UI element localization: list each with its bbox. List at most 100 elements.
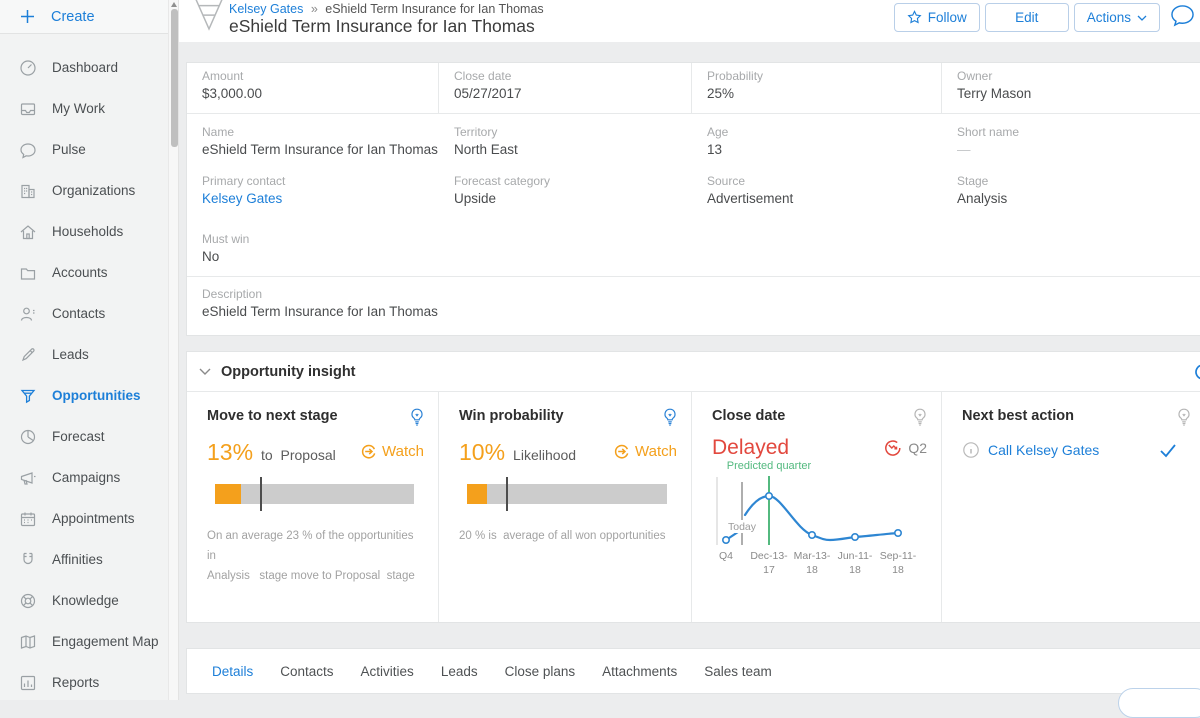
chart-x-label: Q4 — [704, 549, 748, 563]
edit-button[interactable]: Edit — [985, 3, 1069, 32]
chart-x-label: Mar-13- 18 — [790, 549, 834, 577]
stage-move-percent: 13% — [207, 439, 253, 466]
calendar-icon — [19, 510, 37, 528]
info-icon — [962, 441, 980, 459]
sidebar-item-campaigns[interactable]: Campaigns — [0, 457, 168, 498]
watch-icon — [613, 443, 630, 460]
field-probability: Probability 25% — [692, 63, 942, 113]
sidebar-item-engagement-map[interactable]: Engagement Map — [0, 621, 168, 662]
progress-fill — [215, 484, 241, 504]
scrollbar-thumb[interactable] — [171, 9, 178, 147]
chart-x-label: Sep-11- 18 — [876, 549, 920, 577]
sidebar-item-pulse[interactable]: Pulse — [0, 129, 168, 170]
create-button[interactable]: Create — [0, 0, 168, 34]
refresh-icon[interactable] — [1192, 361, 1200, 383]
breadcrumb-parent-link[interactable]: Kelsey Gates — [229, 2, 303, 16]
bar-chart-icon — [19, 674, 37, 692]
record-details-card: Amount $3,000.00 Close date 05/27/2017 P… — [186, 62, 1200, 336]
primary-contact-link[interactable]: Kelsey Gates — [202, 191, 439, 206]
lifebuoy-icon — [19, 592, 37, 610]
summary-row: Amount $3,000.00 Close date 05/27/2017 P… — [187, 63, 1200, 114]
predicted-quarter-badge: Q2 — [908, 440, 927, 456]
sidebar-item-appointments[interactable]: Appointments — [0, 498, 168, 539]
tab-activities[interactable]: Activities — [361, 664, 414, 679]
tab-leads[interactable]: Leads — [441, 664, 478, 679]
sidebar-item-organizations[interactable]: Organizations — [0, 170, 168, 211]
close-date-status: Delayed — [712, 436, 789, 460]
sidebar-item-reports[interactable]: Reports — [0, 662, 168, 703]
sidebar-item-dashboard[interactable]: Dashboard — [0, 47, 168, 88]
map-icon — [19, 633, 37, 651]
lightbulb-icon — [1177, 408, 1191, 427]
check-icon[interactable] — [1159, 443, 1177, 458]
field-age: Age 13 — [692, 114, 942, 163]
megaphone-icon — [19, 469, 37, 487]
chart-x-label: Dec-13- 17 — [747, 549, 791, 577]
breadcrumb: Kelsey Gates » eShield Term Insurance fo… — [229, 2, 544, 16]
star-icon — [907, 10, 922, 25]
watch-link[interactable]: Watch — [360, 443, 424, 460]
sidebar-item-households[interactable]: Households — [0, 211, 168, 252]
insight-section-title: Opportunity insight — [221, 364, 356, 380]
breadcrumb-current: eShield Term Insurance for Ian Thomas — [325, 2, 543, 16]
tab-attachments[interactable]: Attachments — [602, 664, 677, 679]
insight-card-win-probability: Win probability 10% Likelihood Watch — [439, 392, 692, 622]
sidebar: Create Dashboard My Work Pulse Organizat… — [0, 0, 168, 700]
tab-contacts[interactable]: Contacts — [280, 664, 333, 679]
sidebar-item-contacts[interactable]: Contacts — [0, 293, 168, 334]
sidebar-item-knowledge[interactable]: Knowledge — [0, 580, 168, 621]
page-title: eShield Term Insurance for Ian Thomas — [229, 16, 535, 37]
sidebar-scrollbar[interactable] — [168, 0, 178, 700]
floating-button[interactable] — [1118, 688, 1200, 718]
detail-row-2: Primary contact Kelsey Gates Forecast ca… — [187, 163, 1200, 212]
sidebar-item-forecast[interactable]: Forecast — [0, 416, 168, 457]
field-forecast-category: Forecast category Upside — [439, 163, 692, 212]
field-close-date: Close date 05/27/2017 — [439, 63, 692, 113]
win-probability-caption: 20 % is average of all won opportunities — [459, 526, 677, 546]
create-label: Create — [51, 9, 95, 25]
next-best-action-link[interactable]: Call Kelsey Gates — [988, 442, 1099, 458]
actions-button[interactable]: Actions — [1074, 3, 1160, 32]
person-icon — [19, 305, 37, 323]
follow-button[interactable]: Follow — [894, 3, 980, 32]
magnet-icon — [19, 551, 37, 569]
tab-sales-team[interactable]: Sales team — [704, 664, 772, 679]
sidebar-item-opportunities[interactable]: Opportunities — [0, 375, 168, 416]
sidebar-item-accounts[interactable]: Accounts — [0, 252, 168, 293]
inbox-icon — [19, 100, 37, 118]
svg-text:Today: Today — [728, 521, 757, 533]
field-primary-contact: Primary contact Kelsey Gates — [187, 163, 439, 212]
card-title: Close date — [712, 408, 785, 424]
opportunity-insight-section: Opportunity insight Move to next stage 1… — [186, 351, 1200, 623]
insight-card-close-date: Close date Delayed Q2 Today Predicted qua… — [692, 392, 942, 622]
plus-icon — [20, 9, 35, 24]
insight-header: Opportunity insight — [187, 352, 1200, 392]
insight-cards: Move to next stage 13% to Proposal Watch — [187, 392, 1200, 622]
scrollbar-up-arrow[interactable] — [171, 2, 177, 7]
breadcrumb-separator: » — [307, 2, 322, 16]
tab-close-plans[interactable]: Close plans — [505, 664, 576, 679]
card-title: Next best action — [962, 408, 1074, 424]
header-buttons: Follow Edit Actions — [894, 3, 1160, 32]
chat-bubble-icon[interactable] — [1170, 4, 1195, 27]
opportunity-funnel-icon — [191, 0, 227, 33]
watch-link[interactable]: Watch — [613, 443, 677, 460]
sidebar-item-my-work[interactable]: My Work — [0, 88, 168, 129]
chevron-down-icon — [1137, 15, 1147, 21]
house-icon — [19, 223, 37, 241]
average-marker — [260, 477, 262, 511]
svg-text:Predicted quarter: Predicted quarter — [727, 460, 812, 472]
detail-row-1: Name eShield Term Insurance for Ian Thom… — [187, 114, 1200, 163]
sidebar-item-leads[interactable]: Leads — [0, 334, 168, 375]
sidebar-item-affinities[interactable]: Affinities — [0, 539, 168, 580]
record-tabs: Details Contacts Activities Leads Close … — [186, 648, 1200, 694]
main-content: Kelsey Gates » eShield Term Insurance fo… — [178, 0, 1200, 700]
tab-details[interactable]: Details — [212, 664, 253, 679]
stage-move-target: to Proposal — [261, 447, 336, 463]
insight-card-next-best-action: Next best action Call Kelsey Gates — [942, 392, 1200, 622]
watch-icon — [360, 443, 377, 460]
card-title: Move to next stage — [207, 408, 338, 424]
field-short-name: Short name — — [942, 114, 1200, 163]
building-icon — [19, 182, 37, 200]
collapse-chevron-icon[interactable] — [199, 368, 211, 376]
